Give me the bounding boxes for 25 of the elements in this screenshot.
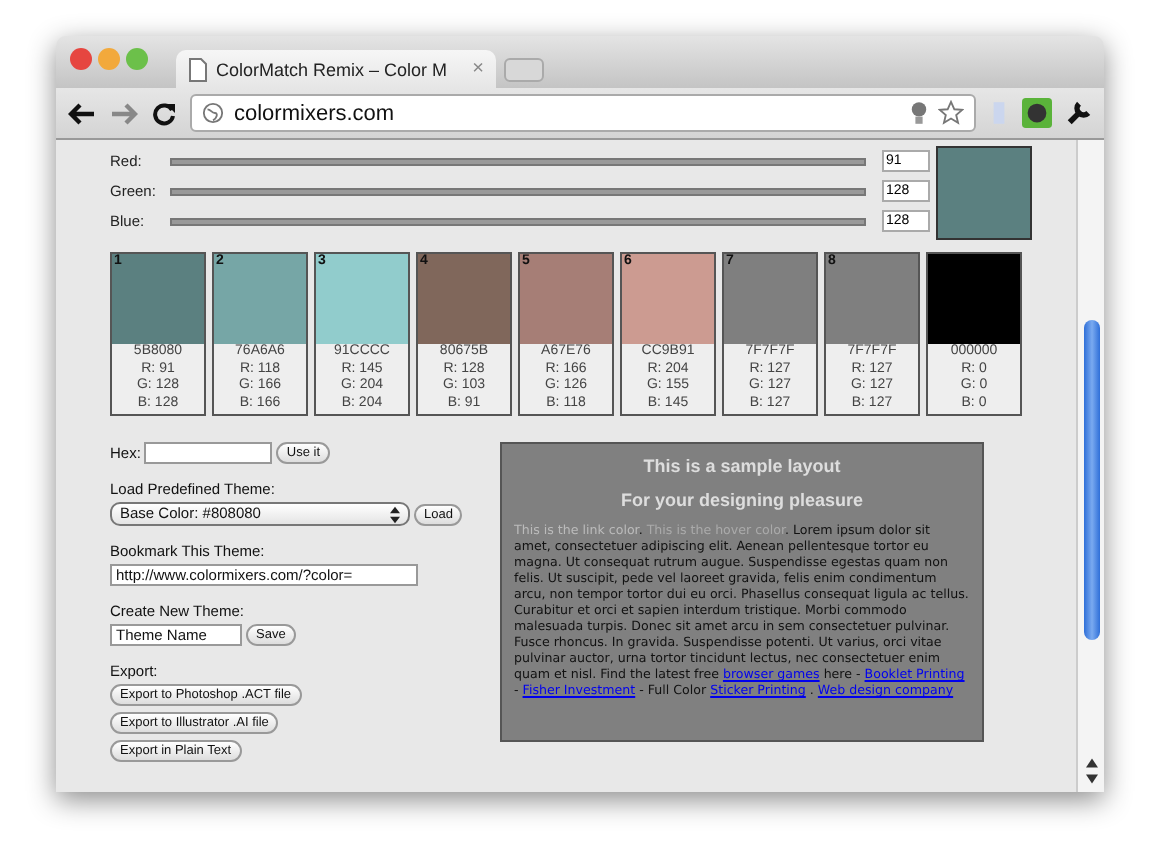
back-arrow-icon[interactable] <box>68 101 96 125</box>
slider-track[interactable] <box>170 187 866 195</box>
slider-track[interactable] <box>170 217 866 225</box>
scrollbar-thumb[interactable] <box>1083 320 1099 640</box>
tab-title: ColorMatch Remix – Color M <box>216 59 450 79</box>
color-preview <box>936 146 1032 240</box>
wrench-icon[interactable] <box>1066 100 1092 126</box>
lightbulb-icon[interactable] <box>910 100 928 126</box>
address-bar[interactable]: colormixers.com <box>190 94 976 132</box>
browser-tab[interactable]: ColorMatch Remix – Color M × <box>176 50 496 88</box>
sample-title: This is a sample layout <box>643 456 841 476</box>
up-down-arrows-icon <box>390 505 400 523</box>
url-text: colormixers.com <box>234 101 395 125</box>
reload-icon[interactable] <box>152 101 176 125</box>
close-window-button[interactable] <box>70 47 92 69</box>
forward-arrow-icon[interactable] <box>110 101 138 125</box>
hex-input[interactable] <box>144 442 273 464</box>
scroll-up-arrow-icon[interactable] <box>1085 758 1097 768</box>
scrollbar[interactable] <box>1076 140 1104 792</box>
scroll-down-arrow-icon[interactable] <box>1085 774 1097 784</box>
page-icon <box>188 57 208 81</box>
globe-icon <box>202 102 224 124</box>
sample-subtitle: For your designing pleasure <box>620 490 864 510</box>
star-icon[interactable] <box>938 100 964 126</box>
slider-track[interactable] <box>170 157 866 165</box>
